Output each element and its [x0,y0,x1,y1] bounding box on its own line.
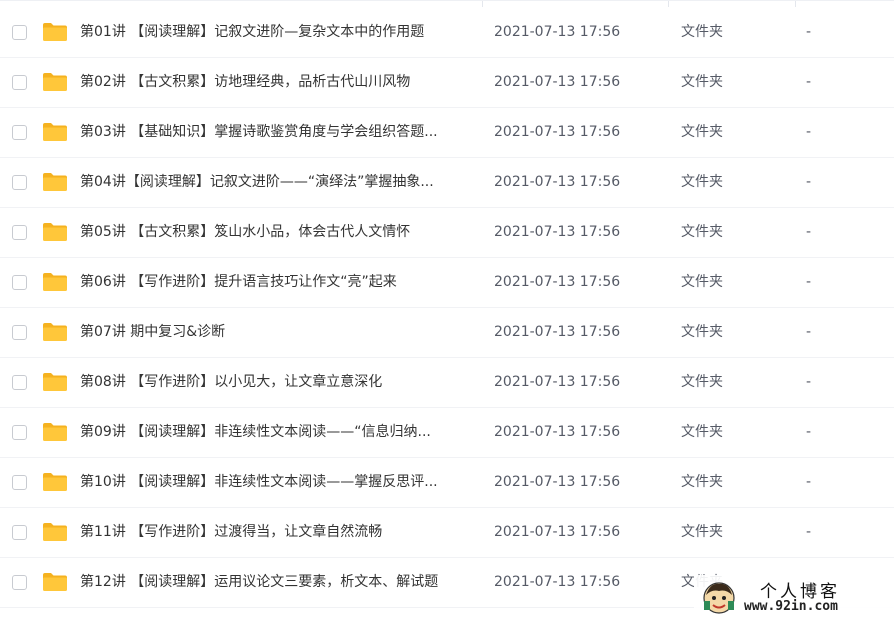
file-type: 文件夹 [681,274,723,290]
column-divider [668,1,669,7]
file-name-link[interactable]: 第08讲 【写作进阶】以小见大，让文章立意深化 [80,372,480,392]
file-type: 文件夹 [681,424,723,440]
row-checkbox[interactable] [12,375,27,390]
file-type: 文件夹 [681,524,723,540]
folder-icon[interactable] [42,422,68,442]
file-size: - [806,74,812,90]
modified-date: 2021-07-13 17:56 [494,124,621,140]
file-type: 文件夹 [681,74,723,90]
row-checkbox[interactable] [12,425,27,440]
file-name-link[interactable]: 第03讲 【基础知识】掌握诗歌鉴赏角度与学会组织答题... [80,122,480,142]
column-divider [795,1,796,7]
file-size: - [806,174,812,190]
row-checkbox[interactable] [12,475,27,490]
file-row[interactable]: 第09讲 【阅读理解】非连续性文本阅读——“信息归纳... 2021-07-13 … [0,408,894,458]
modified-date: 2021-07-13 17:56 [494,324,621,340]
file-type: 文件夹 [681,224,723,240]
watermark: 个人博客 www.92in.com [694,575,894,619]
file-name-link[interactable]: 第01讲 【阅读理解】记叙文进阶—复杂文本中的作用题 [80,22,480,42]
file-size: - [806,124,812,140]
file-row[interactable]: 第11讲 【写作进阶】过渡得当，让文章自然流畅 2021-07-13 17:56 文… [0,508,894,558]
row-checkbox[interactable] [12,25,27,40]
folder-icon[interactable] [42,272,68,292]
file-row[interactable]: 第08讲 【写作进阶】以小见大，让文章立意深化 2021-07-13 17:56 文… [0,358,894,408]
file-size: - [806,524,812,540]
file-name-link[interactable]: 第10讲 【阅读理解】非连续性文本阅读——掌握反思评... [80,472,480,492]
watermark-url: www.92in.com [744,599,838,614]
row-checkbox[interactable] [12,175,27,190]
file-name-link[interactable]: 第12讲 【阅读理解】运用议论文三要素，析文本、解试题 [80,572,480,592]
file-row[interactable]: 第03讲 【基础知识】掌握诗歌鉴赏角度与学会组织答题... 2021-07-13 … [0,108,894,158]
file-row[interactable]: 第02讲 【古文积累】访地理经典，品析古代山川风物 2021-07-13 17:5… [0,58,894,108]
row-checkbox[interactable] [12,525,27,540]
folder-icon[interactable] [42,122,68,142]
file-name-link[interactable]: 第04讲【阅读理解】记叙文进阶——“演绎法”掌握抽象... [80,172,480,192]
file-size: - [806,474,812,490]
modified-date: 2021-07-13 17:56 [494,424,621,440]
file-row[interactable]: 第06讲 【写作进阶】提升语言技巧让作文“亮”起来 2021-07-13 17:5… [0,258,894,308]
file-type: 文件夹 [681,474,723,490]
file-name-link[interactable]: 第05讲 【古文积累】笈山水小品，体会古代人文情怀 [80,222,480,242]
file-type: 文件夹 [681,374,723,390]
modified-date: 2021-07-13 17:56 [494,474,621,490]
file-list: 第01讲 【阅读理解】记叙文进阶—复杂文本中的作用题 2021-07-13 17:… [0,0,894,619]
modified-date: 2021-07-13 17:56 [494,374,621,390]
file-row[interactable]: 第10讲 【阅读理解】非连续性文本阅读——掌握反思评... 2021-07-13 … [0,458,894,508]
file-name-link[interactable]: 第11讲 【写作进阶】过渡得当，让文章自然流畅 [80,522,480,542]
folder-icon[interactable] [42,572,68,592]
file-size: - [806,424,812,440]
modified-date: 2021-07-13 17:56 [494,224,621,240]
file-row[interactable]: 第04讲【阅读理解】记叙文进阶——“演绎法”掌握抽象... 2021-07-13 … [0,158,894,208]
row-checkbox[interactable] [12,225,27,240]
folder-icon[interactable] [42,172,68,192]
file-name-link[interactable]: 第02讲 【古文积累】访地理经典，品析古代山川风物 [80,72,480,92]
avatar-icon [703,582,735,614]
file-size: - [806,224,812,240]
modified-date: 2021-07-13 17:56 [494,274,621,290]
modified-date: 2021-07-13 17:56 [494,574,621,590]
file-size: - [806,24,812,40]
folder-icon[interactable] [42,372,68,392]
row-checkbox[interactable] [12,325,27,340]
file-row[interactable]: 第07讲 期中复习&诊断 2021-07-13 17:56 文件夹 - [0,308,894,358]
file-name-link[interactable]: 第06讲 【写作进阶】提升语言技巧让作文“亮”起来 [80,272,480,292]
file-name-link[interactable]: 第07讲 期中复习&诊断 [80,322,480,342]
file-row[interactable]: 第05讲 【古文积累】笈山水小品，体会古代人文情怀 2021-07-13 17:5… [0,208,894,258]
column-divider [482,1,483,7]
file-row[interactable]: 第01讲 【阅读理解】记叙文进阶—复杂文本中的作用题 2021-07-13 17:… [0,8,894,58]
file-size: - [806,324,812,340]
modified-date: 2021-07-13 17:56 [494,74,621,90]
folder-icon[interactable] [42,222,68,242]
folder-icon[interactable] [42,72,68,92]
file-size: - [806,274,812,290]
file-name-link[interactable]: 第09讲 【阅读理解】非连续性文本阅读——“信息归纳... [80,422,480,442]
folder-icon[interactable] [42,472,68,492]
row-checkbox[interactable] [12,125,27,140]
folder-icon[interactable] [42,522,68,542]
file-type: 文件夹 [681,174,723,190]
modified-date: 2021-07-13 17:56 [494,524,621,540]
file-type: 文件夹 [681,324,723,340]
folder-icon[interactable] [42,322,68,342]
folder-icon[interactable] [42,22,68,42]
file-type: 文件夹 [681,124,723,140]
row-checkbox[interactable] [12,75,27,90]
modified-date: 2021-07-13 17:56 [494,24,621,40]
row-checkbox[interactable] [12,575,27,590]
file-type: 文件夹 [681,24,723,40]
modified-date: 2021-07-13 17:56 [494,174,621,190]
file-size: - [806,374,812,390]
row-checkbox[interactable] [12,275,27,290]
